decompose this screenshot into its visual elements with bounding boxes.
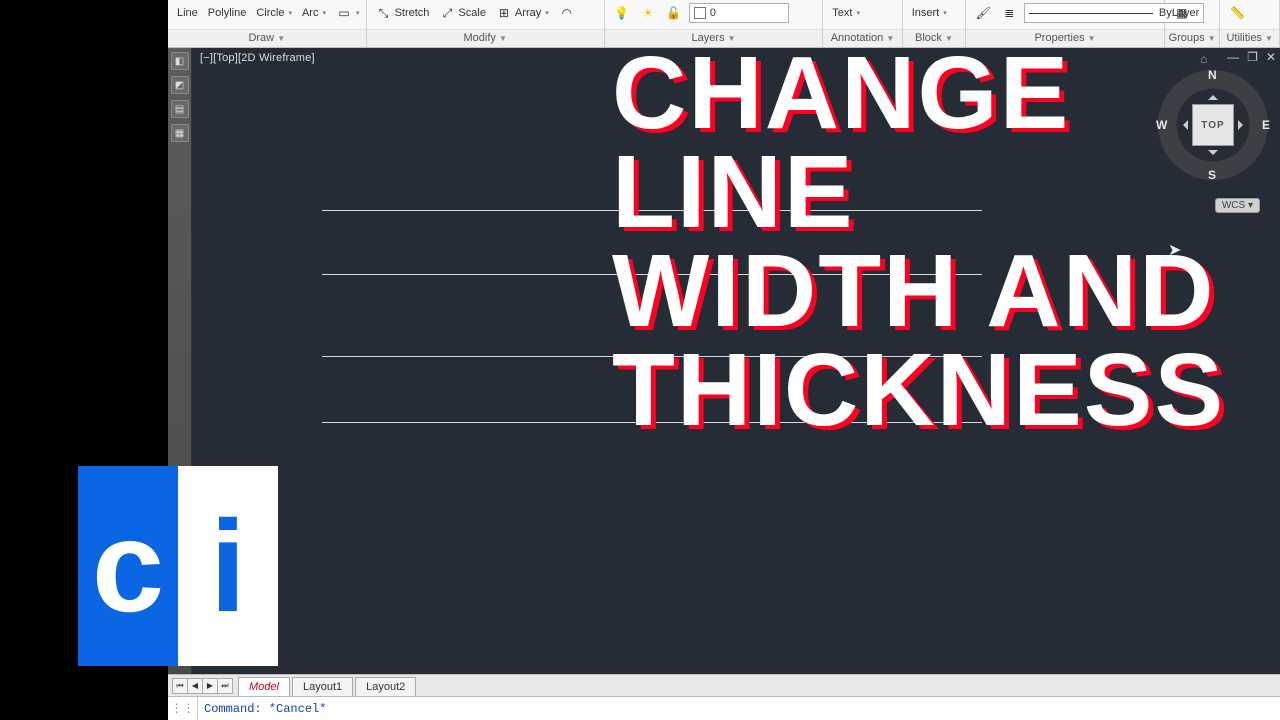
ribbon: Line Polyline Circle▾ Arc▾ ▭▾ Draw ▼ ⤡St… [168, 0, 1280, 48]
groups-group[interactable]: ▦ [1171, 4, 1193, 22]
viewport-label[interactable]: [−][Top][2D Wireframe] [200, 52, 315, 64]
viewcube-w[interactable]: W [1156, 118, 1167, 132]
tab-model[interactable]: Model [238, 677, 290, 696]
props-lines-icon[interactable]: ≣ [998, 4, 1020, 22]
arrow-left-icon[interactable] [1178, 120, 1188, 130]
viewcube-ring[interactable]: TOP N E S W [1158, 70, 1268, 180]
measure-icon: 📏 [1229, 5, 1245, 21]
draw-rectangle-icon[interactable]: ▭▾ [333, 4, 363, 22]
scale-icon: ⤢ [439, 5, 455, 21]
group-icon: ▦ [1174, 5, 1190, 21]
command-line[interactable]: ⋮⋮ Command: *Cancel* [168, 696, 1280, 720]
arrow-right-icon[interactable] [1238, 120, 1248, 130]
tab-nav-last[interactable]: ⏭ [217, 678, 233, 694]
tab-nav-first[interactable]: ⏮ [172, 678, 188, 694]
panel-title-properties[interactable]: Properties ▼ [966, 29, 1164, 47]
wcs-button[interactable]: WCS ▾ [1215, 198, 1260, 213]
vt-btn-1[interactable]: ◧ [171, 52, 189, 70]
draw-circle[interactable]: Circle▾ [253, 6, 295, 20]
panel-title-modify[interactable]: Modify ▼ [367, 29, 604, 47]
layout-tabs: ⏮ ◀ ▶ ⏭ Model Layout1 Layout2 [168, 674, 1280, 696]
drawn-line-1[interactable] [322, 210, 982, 211]
doc-close[interactable]: ✕ [1266, 50, 1276, 64]
panel-draw: Line Polyline Circle▾ Arc▾ ▭▾ Draw ▼ [168, 0, 367, 47]
panel-title-layers[interactable]: Layers ▼ [605, 29, 822, 47]
arrow-up-icon[interactable] [1208, 90, 1218, 100]
panel-title-utilities[interactable]: Utilities ▼ [1220, 29, 1279, 47]
drawing-canvas[interactable]: [−][Top][2D Wireframe] — ❐ ✕ ➤ └─ × ⌂ TO… [192, 48, 1280, 674]
vt-btn-4[interactable]: ▦ [171, 124, 189, 142]
viewcube[interactable]: ⌂ TOP N E S W [1158, 70, 1268, 180]
array-icon: ⊞ [496, 5, 512, 21]
doc-window-controls: — ❐ ✕ [1227, 50, 1276, 64]
draw-polyline[interactable]: Polyline [205, 6, 250, 20]
viewcube-e[interactable]: E [1262, 118, 1270, 132]
stretch-icon: ⤡ [376, 5, 392, 21]
draw-line[interactable]: Line [174, 6, 201, 20]
layer-bulb-icon[interactable]: 💡 [611, 4, 633, 22]
tab-nav-next[interactable]: ▶ [202, 678, 218, 694]
vertical-toolbar: ◧ ◩ ▤ ▦ [168, 48, 192, 674]
annotation-text[interactable]: Text▾ [829, 6, 863, 20]
drawn-line-4[interactable] [322, 422, 982, 423]
home-icon[interactable]: ⌂ [1200, 52, 1207, 66]
modify-array[interactable]: ⊞Array▾ [493, 4, 552, 22]
modify-scale[interactable]: ⤢Scale [436, 4, 489, 22]
command-text: Command: *Cancel* [198, 702, 326, 716]
panel-title-draw[interactable]: Draw ▼ [168, 29, 366, 47]
props-match-icon[interactable]: 🖌 [972, 4, 994, 22]
layer-sun-icon[interactable]: ☀ [637, 4, 659, 22]
command-grip-icon[interactable]: ⋮⋮ [168, 697, 198, 720]
tab-layout2[interactable]: Layout2 [355, 677, 416, 696]
doc-restore[interactable]: ❐ [1247, 50, 1258, 64]
autocad-window: Line Polyline Circle▾ Arc▾ ▭▾ Draw ▼ ⤡St… [168, 0, 1280, 720]
tab-layout1[interactable]: Layout1 [292, 677, 353, 696]
block-insert[interactable]: Insert▾ [909, 6, 950, 20]
modify-stretch[interactable]: ⤡Stretch [373, 4, 433, 22]
panel-groups: ▦ Groups ▼ [1165, 0, 1221, 47]
panel-utilities: 📏 Utilities ▼ [1220, 0, 1280, 47]
work-area: ◧ ◩ ▤ ▦ [−][Top][2D Wireframe] — ❐ ✕ ➤ └… [168, 48, 1280, 674]
panel-title-groups[interactable]: Groups ▼ [1165, 29, 1220, 47]
ucs-icon: └─ × [212, 640, 260, 656]
vt-btn-2[interactable]: ◩ [171, 76, 189, 94]
doc-minimize[interactable]: — [1227, 50, 1239, 64]
layer-lock-icon[interactable]: 🔓 [663, 4, 685, 22]
viewcube-n[interactable]: N [1208, 68, 1217, 82]
modify-fillet-icon[interactable]: ◠ [556, 4, 578, 22]
panel-block: Insert▾ Block ▼ [903, 0, 967, 47]
utilities-measure[interactable]: 📏 [1226, 4, 1248, 22]
layer-combo[interactable]: 0 [689, 3, 789, 23]
viewcube-s[interactable]: S [1208, 168, 1216, 182]
cursor-icon: ➤ [1168, 240, 1182, 260]
tab-nav-prev[interactable]: ◀ [187, 678, 203, 694]
drawn-line-2[interactable] [322, 274, 982, 275]
panel-annotation: Text▾ Annotation ▼ [823, 0, 902, 47]
panel-layers: 💡 ☀ 🔓 0 Layers ▼ [605, 0, 823, 47]
drawn-line-3[interactable] [322, 356, 982, 357]
panel-modify: ⤡Stretch ⤢Scale ⊞Array▾ ◠ Modify ▼ [367, 0, 605, 47]
panel-title-block[interactable]: Block ▼ [903, 29, 966, 47]
panel-title-annotation[interactable]: Annotation ▼ [823, 29, 901, 47]
arrow-down-icon[interactable] [1208, 150, 1218, 160]
panel-properties: 🖌 ≣ ByLayer Properties ▼ [966, 0, 1165, 47]
vt-btn-3[interactable]: ▤ [171, 100, 189, 118]
draw-arc[interactable]: Arc▾ [299, 6, 329, 20]
logo-left: c [78, 466, 178, 666]
layer-color-swatch [694, 7, 706, 19]
viewcube-face[interactable]: TOP [1192, 104, 1234, 146]
